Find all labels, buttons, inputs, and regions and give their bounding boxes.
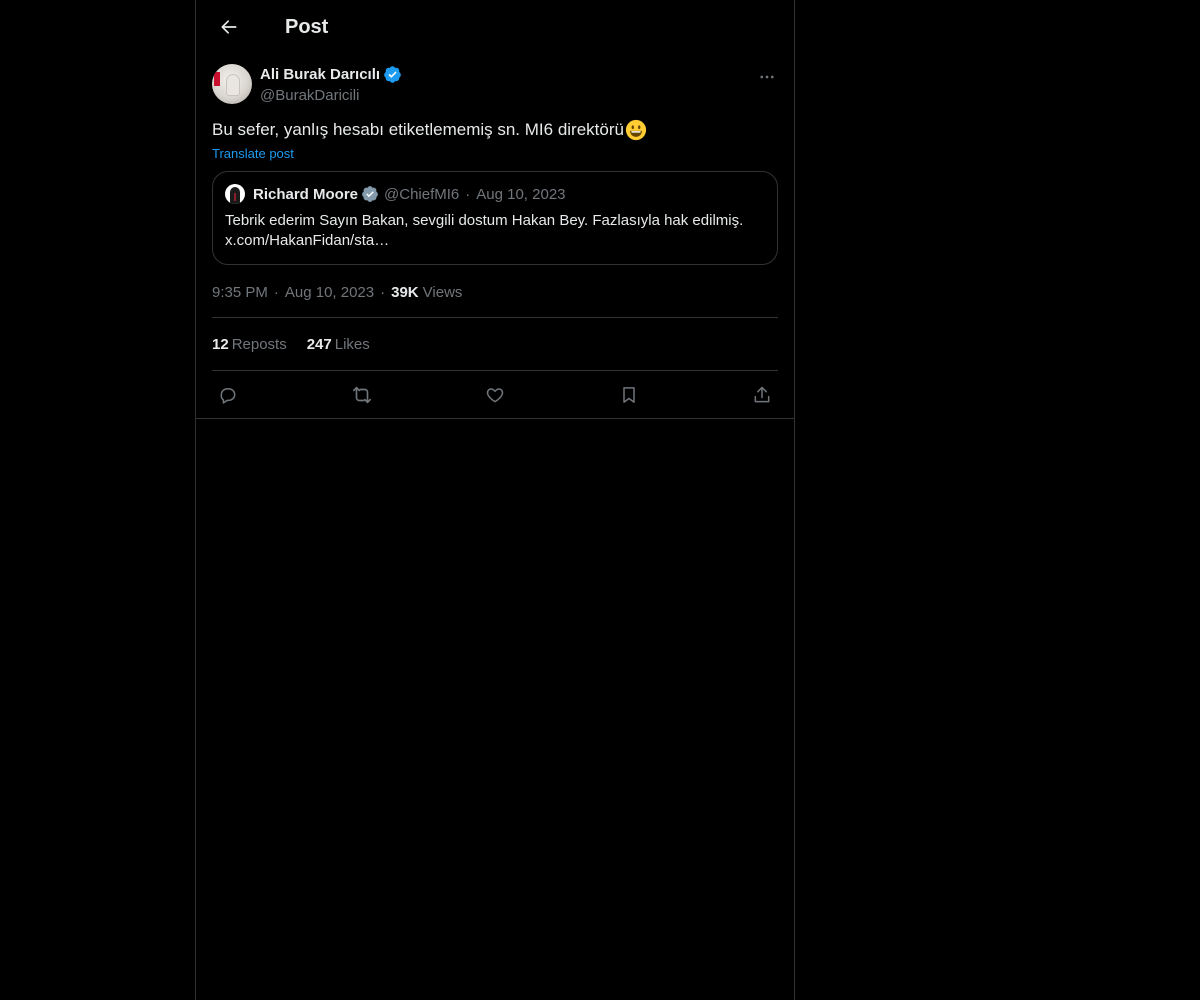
post-meta: 9:35 PM · Aug 10, 2023 · 39K Views (212, 284, 778, 318)
views-count: 39K (391, 284, 419, 301)
post: Ali Burak Darıcılı @BurakDaricili Bu sef… (196, 64, 794, 419)
grinning-face-emoji-icon (625, 119, 647, 141)
quote-text-line1: Tebrik ederim Sayın Bakan, sevgili dostu… (225, 212, 744, 229)
post-text-content: Bu sefer, yanlış hesabı etiketlememiş sn… (212, 120, 624, 139)
quote-header: Richard Moore @ChiefMI6 · Aug 10, 2023 (225, 184, 765, 204)
main-column: Post Ali Burak Darıcılı @BurakDaricili B… (195, 0, 795, 1000)
quote-avatar-tie (234, 193, 236, 201)
share-button[interactable] (750, 383, 774, 407)
author-names: Ali Burak Darıcılı @BurakDaricili (260, 65, 402, 104)
bookmark-icon (622, 386, 635, 403)
meta-separator: · (380, 284, 386, 301)
page-title: Post (285, 15, 329, 38)
quote-avatar (225, 184, 245, 204)
post-time[interactable]: 9:35 PM (212, 284, 268, 301)
author-handle[interactable]: @BurakDaricili (260, 87, 402, 104)
repost-icon (352, 386, 371, 403)
post-date[interactable]: Aug 10, 2023 (285, 284, 374, 301)
reposts-label: Reposts (231, 335, 287, 353)
translate-post-link[interactable]: Translate post (212, 146, 294, 161)
reply-icon (220, 387, 236, 404)
post-text: Bu sefer, yanlış hesabı etiketlememiş sn… (212, 118, 778, 142)
meta-separator: · (273, 284, 279, 301)
likes-stat[interactable]: 247 Likes (307, 336, 370, 353)
avatar-figure (226, 74, 240, 96)
repost-button[interactable] (350, 383, 374, 407)
bookmark-button[interactable] (617, 383, 641, 407)
heart-icon (486, 387, 504, 402)
post-stats: 12 Reposts 247 Likes (212, 318, 778, 371)
back-button[interactable] (212, 10, 246, 44)
author-name-line: Ali Burak Darıcılı (260, 65, 402, 84)
reply-button[interactable] (216, 383, 240, 407)
likes-count: 247 (306, 335, 332, 353)
quote-text-line2: x.com/HakanFidan/sta… (225, 232, 390, 249)
likes-label: Likes (334, 335, 370, 353)
verified-badge-icon[interactable] (383, 65, 402, 84)
arrow-left-icon (221, 20, 237, 34)
reposts-stat[interactable]: 12 Reposts (212, 336, 287, 353)
verified-badge-icon (361, 185, 379, 203)
author-row: Ali Burak Darıcılı @BurakDaricili (212, 64, 778, 104)
reposts-count: 12 (212, 335, 229, 353)
like-button[interactable] (483, 383, 507, 407)
views-label: Views (422, 284, 463, 301)
quote-text: Tebrik ederim Sayın Bakan, sevgili dostu… (225, 211, 765, 251)
quote-display-name: Richard Moore (253, 185, 359, 203)
quote-date: Aug 10, 2023 (476, 185, 566, 203)
action-bar (212, 371, 778, 418)
quote-separator: · (465, 185, 471, 203)
avatar[interactable] (212, 64, 252, 104)
quote-handle: @ChiefMI6 (384, 185, 460, 203)
avatar-flag (214, 72, 220, 86)
more-button[interactable] (756, 66, 778, 88)
share-icon (754, 386, 770, 402)
more-horizontal-icon (760, 75, 774, 79)
header: Post (196, 0, 794, 54)
quoted-post[interactable]: Richard Moore @ChiefMI6 · Aug 10, 2023 T… (212, 171, 778, 265)
post-divider (196, 418, 794, 419)
author-display-name[interactable]: Ali Burak Darıcılı (260, 66, 380, 83)
